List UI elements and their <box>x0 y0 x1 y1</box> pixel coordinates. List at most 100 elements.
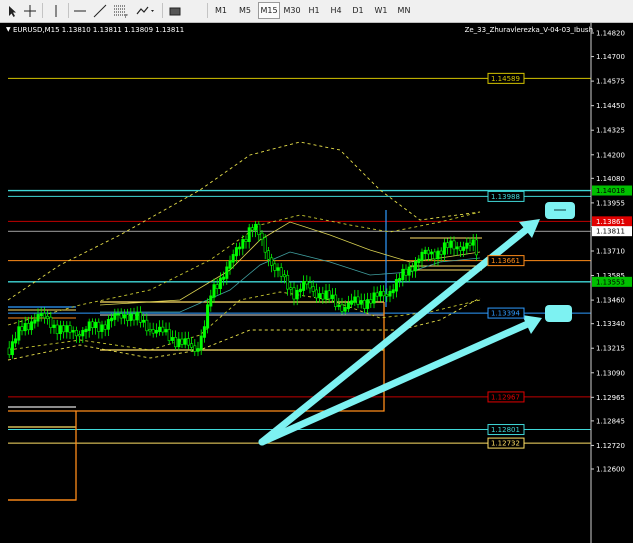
vertical-line-icon[interactable] <box>48 2 64 19</box>
timeframe-panel-icon[interactable] <box>167 2 183 19</box>
candle <box>263 237 267 253</box>
cursor-arrow-icon[interactable] <box>4 2 20 19</box>
candle <box>97 321 101 332</box>
candle <box>391 289 395 294</box>
timeframe-m15[interactable]: M15 <box>258 2 280 19</box>
timeframe-m30[interactable]: M30 <box>281 2 303 19</box>
trendline-icon[interactable] <box>92 2 108 19</box>
candle <box>426 249 430 255</box>
price-chart[interactable]: 1.14820 1.14700 1.14575 1.14450 1.14325 1.142… <box>0 23 633 543</box>
outer-lower-envelope <box>7 297 481 361</box>
level-labels: 1.14589 1.13988 1.13661 1.13394 1.12967 1.128… <box>487 72 525 449</box>
candle <box>26 323 30 331</box>
shapes-dropdown-icon[interactable] <box>134 2 158 19</box>
annotation-arrow <box>258 318 536 446</box>
timeframe-m5[interactable]: M5 <box>235 2 255 19</box>
candle <box>465 242 469 249</box>
candle <box>417 258 421 263</box>
candle <box>452 240 456 250</box>
crosshair-icon[interactable] <box>22 2 38 19</box>
level-label: 1.12801 <box>491 426 520 434</box>
candle <box>414 260 418 272</box>
candle <box>234 247 238 257</box>
candle <box>23 323 27 332</box>
candle <box>394 279 398 292</box>
candle <box>33 319 37 324</box>
candle <box>468 242 472 246</box>
candle <box>410 266 414 272</box>
candles <box>7 220 478 359</box>
candle <box>362 300 366 309</box>
axis-price-label: 1.13955 <box>596 199 625 207</box>
candle <box>20 326 24 332</box>
candle <box>167 329 171 341</box>
candle <box>183 338 187 345</box>
candle <box>231 254 235 263</box>
candle <box>49 316 53 328</box>
axis-price-label: 1.14450 <box>596 102 625 110</box>
level-label: 1.13394 <box>491 310 520 318</box>
candle <box>135 312 139 321</box>
candle <box>106 319 110 330</box>
candle <box>222 276 226 280</box>
timeframe-h4[interactable]: H4 <box>327 2 345 19</box>
timeframe-mn[interactable]: MN <box>394 2 414 19</box>
timeframe-h1[interactable]: H1 <box>305 2 323 19</box>
candle <box>436 250 440 260</box>
horizontal-line-icon[interactable] <box>72 2 88 19</box>
axis-price-label: 1.13090 <box>596 369 625 377</box>
candle <box>94 321 98 329</box>
chart-toolbar: F M1 M5 M15 M30 H1 H4 D1 W1 MN <box>0 0 633 23</box>
candle <box>58 325 62 335</box>
level-label: 1.12967 <box>491 393 520 401</box>
symbol-info: EURUSD,M15 1.13810 1.13811 1.13809 1.138… <box>13 26 185 34</box>
axis-marker-label: 1.13861 <box>596 218 625 226</box>
candle <box>17 326 21 341</box>
candle <box>308 282 312 289</box>
candle <box>433 251 437 260</box>
svg-text:F: F <box>125 14 128 18</box>
candle <box>174 337 178 348</box>
axis-price-label: 1.13710 <box>596 248 625 256</box>
candle <box>247 227 251 242</box>
candle <box>330 294 334 300</box>
candle <box>366 299 370 309</box>
candle <box>382 291 386 297</box>
toolbar-separator <box>207 3 208 18</box>
candle <box>327 290 331 300</box>
candle <box>404 268 408 276</box>
axis-price-label: 1.13340 <box>596 320 625 328</box>
candle <box>228 260 232 269</box>
candle <box>276 267 280 271</box>
candle <box>218 277 222 290</box>
fibonacci-icon[interactable]: F <box>112 2 130 19</box>
candle <box>116 313 120 316</box>
candle <box>471 239 475 246</box>
axis-price-label: 1.14700 <box>596 53 625 61</box>
candle <box>199 335 203 351</box>
candle <box>42 313 46 319</box>
candle <box>138 312 142 323</box>
symbol-menu-icon[interactable]: ▼ <box>6 26 11 33</box>
candle <box>369 299 373 304</box>
candle <box>289 287 293 290</box>
candle <box>324 290 328 300</box>
price-axis[interactable]: 1.14820 1.14700 1.14575 1.14450 1.14325 1.142… <box>590 23 632 543</box>
candle <box>244 239 248 242</box>
candle <box>356 296 360 305</box>
candle <box>113 313 117 320</box>
annotation-box <box>545 305 572 322</box>
candle <box>430 251 434 255</box>
candle <box>321 293 325 300</box>
candle <box>87 321 91 331</box>
axis-price-label: 1.13215 <box>596 345 625 353</box>
candle <box>305 280 309 285</box>
axis-price-label: 1.12720 <box>596 442 625 450</box>
timeframe-m1[interactable]: M1 <box>211 2 231 19</box>
candle <box>78 334 82 337</box>
candle <box>190 343 194 348</box>
candle <box>193 345 197 352</box>
timeframe-d1[interactable]: D1 <box>349 2 367 19</box>
candle <box>401 268 405 281</box>
timeframe-w1[interactable]: W1 <box>372 2 390 19</box>
